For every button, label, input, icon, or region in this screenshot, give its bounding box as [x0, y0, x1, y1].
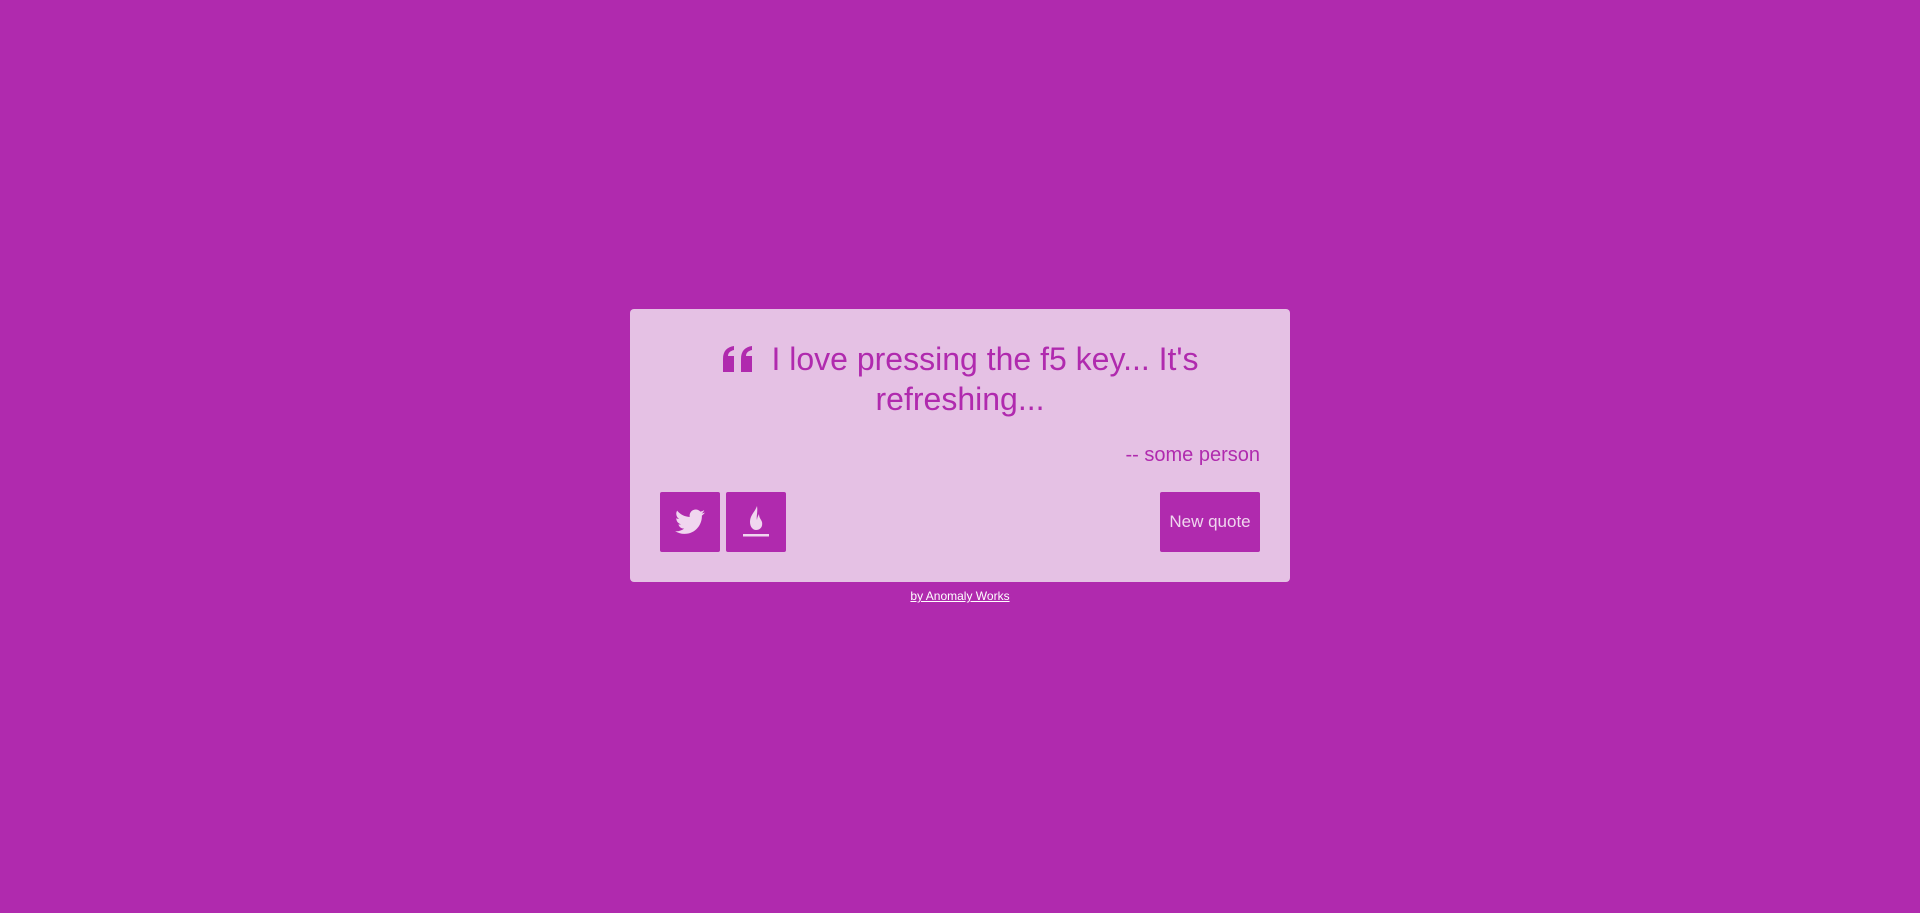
- quote-text: I love pressing the f5 key... It's refre…: [771, 341, 1199, 417]
- quote-left-icon: [721, 342, 755, 372]
- quote-card: I love pressing the f5 key... It's refre…: [630, 309, 1290, 582]
- twitter-icon: [675, 509, 705, 534]
- author-credit-link[interactable]: by Anomaly Works: [910, 589, 1009, 603]
- quote-author: -- some person: [1125, 444, 1261, 466]
- fire-icon: [743, 506, 769, 537]
- footer: by Anomaly Works: [0, 589, 1920, 603]
- quote-text-block: I love pressing the f5 key... It's refre…: [660, 339, 1260, 419]
- tweet-button[interactable]: [660, 492, 720, 552]
- action-row: New quote: [660, 492, 1260, 552]
- new-quote-button[interactable]: New quote: [1160, 492, 1260, 552]
- tumblr-button[interactable]: [726, 492, 786, 552]
